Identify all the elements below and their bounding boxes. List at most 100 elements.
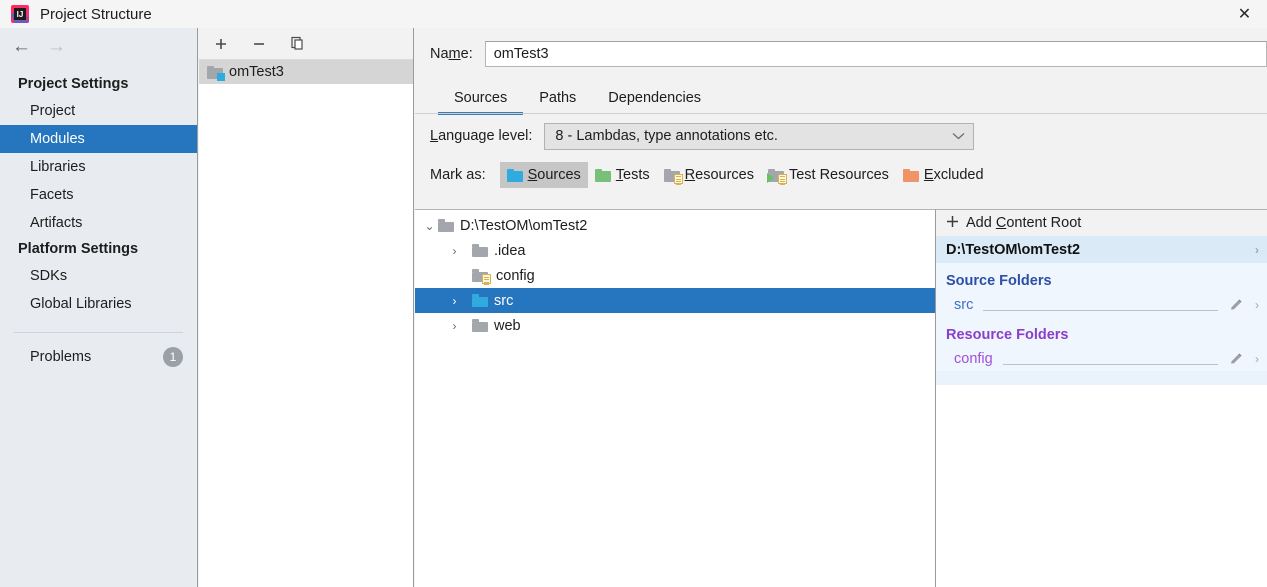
folder-gray-icon: [472, 244, 488, 257]
name-input[interactable]: [484, 41, 1267, 67]
content-root-tail: [936, 371, 1267, 385]
module-folder-icon: [207, 65, 225, 81]
project-structure-dialog: IJ Project Structure ✕ ← → Project Setti…: [0, 0, 1267, 587]
mark-as-resources-label: Resources: [684, 167, 754, 183]
back-arrow-icon[interactable]: ←: [12, 37, 31, 56]
chevron-right-icon[interactable]: ›: [1255, 298, 1259, 312]
sidebar-divider: [14, 332, 183, 333]
tree-row[interactable]: config: [415, 263, 935, 288]
plus-icon: [946, 215, 959, 232]
content-tree: ⌄ D:\TestOM\omTest2 › .idea config › src…: [415, 209, 936, 587]
folder-gray-resource-icon: [663, 168, 683, 185]
add-content-root-label: Add Content Root: [966, 215, 1082, 231]
folder-green-icon: [594, 168, 611, 182]
chevron-right-icon[interactable]: ›: [1255, 243, 1259, 257]
chevron-right-icon[interactable]: ›: [446, 244, 463, 258]
resource-folders-title: Resource Folders: [946, 327, 1069, 343]
sidebar-item-sdks[interactable]: SDKs: [0, 262, 197, 290]
language-level-dropdown[interactable]: 8 - Lambdas, type annotations etc.: [544, 122, 975, 150]
resource-folder-row[interactable]: config ›: [936, 346, 1267, 371]
modules-toolbar: [199, 28, 413, 60]
sidebar-item-project[interactable]: Project: [0, 97, 197, 125]
settings-sidebar: ← → Project Settings Project Modules Lib…: [0, 28, 198, 587]
problems-label: Problems: [30, 349, 92, 365]
content-root-inner: Add Content Root D:\TestOM\omTest2 › Sou…: [936, 210, 1267, 385]
sidebar-nav-list: Project Settings Project Modules Librari…: [0, 64, 197, 371]
row-rule: [983, 310, 1218, 311]
sidebar-item-artifacts[interactable]: Artifacts: [0, 209, 197, 237]
folder-gray-icon: [438, 219, 454, 232]
source-folder-row[interactable]: src ›: [936, 292, 1267, 317]
language-level-row: Language level: 8 - Lambdas, type annota…: [415, 114, 1267, 158]
tab-paths[interactable]: Paths: [523, 90, 592, 114]
mark-as-sources-label: Sources: [527, 167, 581, 183]
folder-gray-icon: [472, 319, 488, 332]
module-list-item-omtest3[interactable]: omTest3: [199, 60, 413, 84]
tree-row[interactable]: › .idea: [415, 238, 935, 263]
mark-as-toolbar: Mark as: Sources Tests Resources Test Re…: [415, 158, 1267, 192]
title-bar: IJ Project Structure ✕: [0, 0, 1267, 28]
sidebar-item-global-libraries[interactable]: Global Libraries: [0, 290, 197, 318]
mark-as-test-resources-label: Test Resources: [788, 167, 889, 183]
chevron-right-icon[interactable]: ›: [446, 319, 463, 333]
content-root-path: D:\TestOM\omTest2: [946, 241, 1081, 258]
folder-orange-icon: [902, 168, 919, 182]
remove-module-button[interactable]: [249, 34, 269, 54]
chevron-right-icon[interactable]: ›: [1255, 352, 1259, 366]
mark-as-excluded-label: Excluded: [923, 167, 984, 183]
sidebar-item-modules[interactable]: Modules: [0, 125, 197, 153]
folder-test-resource-icon: [766, 168, 787, 185]
mark-as-sources-button[interactable]: Sources: [499, 162, 588, 188]
pencil-icon[interactable]: [1228, 351, 1244, 367]
intellij-idea-icon: IJ: [10, 4, 30, 24]
mark-as-label: Mark as:: [430, 167, 486, 183]
tree-row-label: config: [496, 267, 535, 284]
forward-arrow-icon[interactable]: →: [47, 37, 66, 56]
folder-blue-icon: [506, 168, 523, 182]
navigation-arrows: ← →: [0, 28, 197, 64]
tree-row[interactable]: › src: [415, 288, 935, 313]
modules-list-panel: omTest3: [199, 28, 414, 587]
tree-row-label: .idea: [494, 242, 526, 259]
sidebar-item-problems[interactable]: Problems 1: [0, 343, 197, 371]
mark-as-excluded-button[interactable]: Excluded: [896, 162, 991, 188]
name-row: Name:: [415, 28, 1267, 80]
pencil-icon[interactable]: [1228, 297, 1244, 313]
tree-row[interactable]: ⌄ D:\TestOM\omTest2: [415, 213, 935, 238]
editor-tabs: Sources Paths Dependencies: [415, 80, 1267, 115]
mark-as-tests-button[interactable]: Tests: [588, 162, 657, 188]
mark-as-tests-label: Tests: [615, 167, 650, 183]
sidebar-group-platform-settings: Platform Settings: [18, 241, 139, 257]
chevron-right-icon[interactable]: ›: [446, 294, 463, 308]
name-label: Name:: [430, 46, 473, 62]
copy-module-button[interactable]: [287, 34, 307, 54]
source-folders-title: Source Folders: [946, 273, 1052, 289]
tab-sources[interactable]: Sources: [438, 90, 524, 115]
row-rule: [1002, 364, 1218, 365]
tab-dependencies[interactable]: Dependencies: [592, 90, 717, 114]
add-module-button[interactable]: [211, 34, 231, 54]
chevron-down-icon[interactable]: ⌄: [421, 219, 438, 233]
window-title: Project Structure: [40, 5, 152, 23]
chevron-down-icon: [952, 129, 965, 143]
content-root-path-row[interactable]: D:\TestOM\omTest2 ›: [936, 236, 1267, 263]
tree-row-label: src: [494, 292, 514, 309]
module-list-item-label: omTest3: [229, 64, 284, 80]
mark-as-test-resources-button[interactable]: Test Resources: [761, 162, 896, 188]
module-editor: Name: Sources Paths Dependencies Languag…: [415, 28, 1267, 587]
add-content-root-button[interactable]: Add Content Root: [936, 210, 1267, 236]
mark-as-resources-button[interactable]: Resources: [657, 162, 761, 188]
sidebar-item-libraries[interactable]: Libraries: [0, 153, 197, 181]
problems-count-badge: 1: [163, 347, 183, 367]
source-folder-name: src: [954, 296, 974, 313]
tree-row-label: D:\TestOM\omTest2: [460, 217, 588, 234]
resource-folder-name: config: [954, 350, 993, 367]
tree-row[interactable]: › web: [415, 313, 935, 338]
sidebar-group-project-settings: Project Settings: [18, 76, 129, 92]
language-level-value: 8 - Lambdas, type annotations etc.: [555, 128, 778, 144]
sources-panes: ⌄ D:\TestOM\omTest2 › .idea config › src…: [415, 209, 1267, 587]
sidebar-item-facets[interactable]: Facets: [0, 181, 197, 209]
tree-row-label: web: [494, 317, 521, 334]
close-icon[interactable]: ✕: [1222, 0, 1267, 28]
folder-blue-icon: [472, 294, 488, 307]
